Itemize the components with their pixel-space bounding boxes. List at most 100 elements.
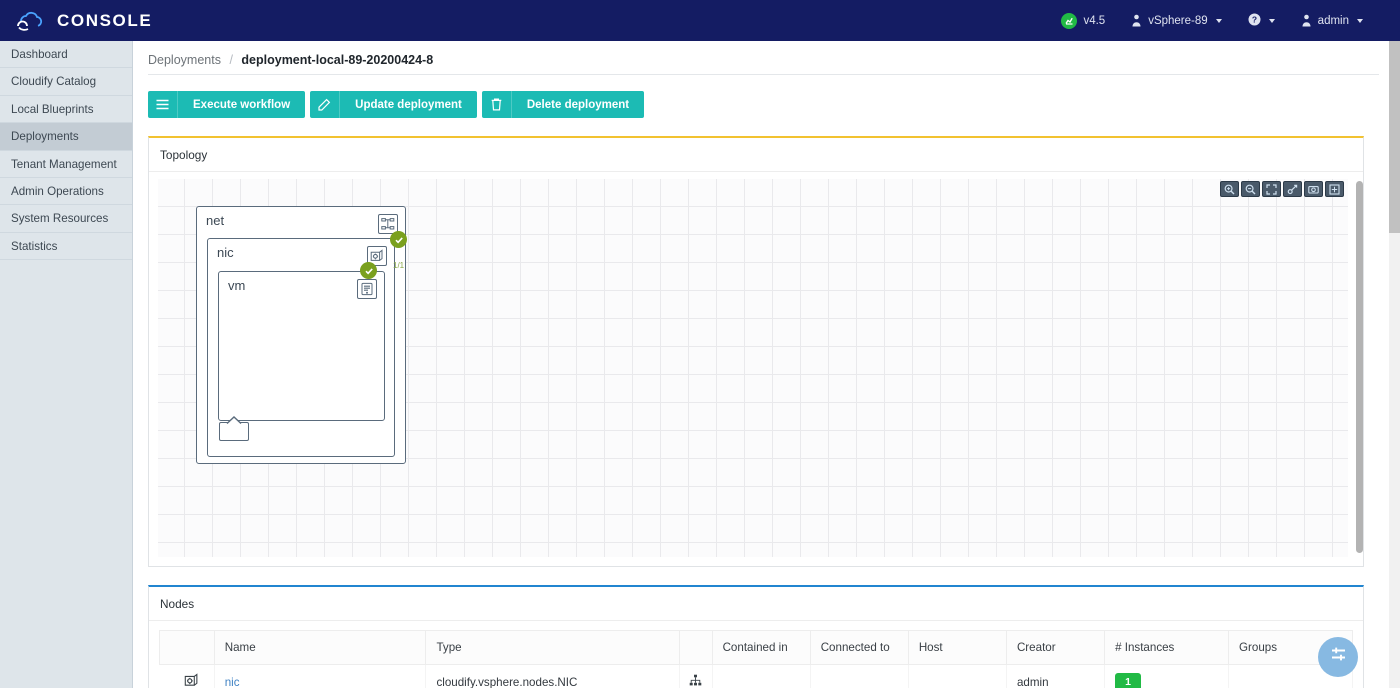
nodes-panel-title: Nodes — [149, 587, 1363, 621]
breadcrumb-current: deployment-local-89-20200424-8 — [241, 53, 434, 67]
topology-node-nic-label: nic — [217, 245, 234, 260]
col-header-contained-in[interactable]: Contained in — [711, 630, 811, 665]
sidebar-item-local-blueprints[interactable]: Local Blueprints — [0, 96, 132, 124]
update-deployment-label: Update deployment — [355, 98, 462, 111]
nodes-table-body: nic cloudify.vsphere.nodes.NIC admin 1 — [159, 664, 1353, 688]
cloud-logo-icon — [14, 8, 48, 34]
col-header-host[interactable]: Host — [907, 630, 1007, 665]
topology-connector-box[interactable] — [219, 416, 249, 441]
version-label: v4.5 — [1083, 14, 1106, 27]
topology-panel: Topology net nic 1/1 vm — [148, 136, 1364, 567]
sidebar-item-deployments[interactable]: Deployments — [0, 123, 132, 151]
screenshot-camera-icon[interactable] — [1304, 181, 1323, 197]
row-hierarchy-icon-cell — [679, 664, 713, 688]
topology-toolbar — [1220, 181, 1344, 197]
nic-gear-icon — [184, 673, 199, 688]
brand-logo-area[interactable]: CONSOLE — [0, 8, 152, 34]
row-connected-to-cell — [810, 664, 909, 688]
sidebar-item-cloudify-catalog[interactable]: Cloudify Catalog — [0, 68, 132, 96]
topology-node-vm-label: vm — [228, 278, 246, 293]
user-icon — [1131, 14, 1142, 27]
top-header-bar: CONSOLE v4.5 vSphere-89 ? admin — [0, 0, 1400, 41]
filter-settings-icon — [1329, 645, 1348, 669]
breadcrumb-separator: / — [229, 53, 233, 67]
tenant-label: vSphere-89 — [1148, 14, 1208, 27]
sidebar-item-system-resources[interactable]: System Resources — [0, 205, 132, 233]
chevron-down-icon — [1357, 18, 1363, 23]
col-header-type-icon — [678, 630, 713, 665]
topology-status-ok-vm — [360, 262, 377, 279]
delete-deployment-label: Delete deployment — [526, 98, 630, 111]
sidebar-item-admin-operations[interactable]: Admin Operations — [0, 178, 132, 206]
topology-canvas[interactable]: net nic 1/1 vm — [158, 179, 1348, 557]
topology-scrollbar[interactable] — [1356, 179, 1363, 559]
brand-title: CONSOLE — [57, 10, 153, 30]
user-menu[interactable]: admin — [1288, 0, 1376, 41]
version-indicator[interactable]: v4.5 — [1048, 0, 1118, 41]
col-header-type[interactable]: Type — [425, 630, 680, 665]
connector-notch-icon — [226, 416, 242, 424]
hamburger-menu-icon — [148, 91, 178, 118]
sidebar-item-tenant-management[interactable]: Tenant Management — [0, 151, 132, 178]
nodes-table: Name Type Contained in Connected to Host… — [159, 630, 1353, 688]
node-name-link[interactable]: nic — [225, 676, 240, 688]
topology-scrollbar-thumb[interactable] — [1356, 181, 1363, 553]
topology-node-vm[interactable]: vm — [218, 271, 385, 421]
svg-text:?: ? — [1252, 14, 1257, 24]
breadcrumb: Deployments / deployment-local-89-202004… — [133, 41, 1389, 74]
sidebar-item-dashboard[interactable]: Dashboard — [0, 41, 132, 69]
topology-node-net-label: net — [206, 213, 225, 228]
sidebar-navigation: Dashboard Cloudify Catalog Local Bluepri… — [0, 41, 133, 688]
row-instances-cell: 1 — [1104, 664, 1229, 688]
filter-settings-fab[interactable] — [1318, 637, 1358, 677]
topology-status-ok-nic — [390, 231, 407, 248]
expand-fullscreen-icon[interactable] — [1325, 181, 1344, 197]
green-status-icon — [1061, 12, 1078, 29]
breadcrumb-parent[interactable]: Deployments — [148, 53, 221, 67]
person-icon — [1301, 14, 1312, 27]
row-creator-cell: admin — [1006, 664, 1106, 688]
update-deployment-button[interactable]: Update deployment — [310, 91, 477, 118]
col-header-creator[interactable]: Creator — [1005, 630, 1106, 665]
status-badge: 1 — [1115, 673, 1141, 688]
row-contained-in-cell — [712, 664, 811, 688]
deployment-actions-toolbar: Execute workflow Update deployment Delet… — [133, 75, 1389, 118]
nodes-panel: Nodes Name Type Contained in Connected t… — [148, 585, 1364, 688]
tenant-selector[interactable]: vSphere-89 — [1118, 0, 1234, 41]
col-header-instances[interactable]: # Instances — [1104, 630, 1229, 665]
main-content: Deployments / deployment-local-89-202004… — [133, 41, 1389, 688]
trash-can-icon — [482, 91, 512, 118]
nodes-table-head: Name Type Contained in Connected to Host… — [159, 630, 1353, 665]
hierarchy-icon[interactable] — [689, 674, 702, 688]
execute-workflow-button[interactable]: Execute workflow — [148, 91, 306, 118]
topology-canvas-wrapper: net nic 1/1 vm — [149, 172, 1363, 566]
nodes-table-header-row: Name Type Contained in Connected to Host… — [159, 630, 1353, 665]
user-label: admin — [1317, 14, 1349, 27]
toggle-connections-icon[interactable] — [1283, 181, 1302, 197]
header-right-menu: v4.5 vSphere-89 ? admin — [1048, 0, 1400, 41]
zoom-out-icon[interactable] — [1241, 181, 1260, 197]
fit-to-screen-icon[interactable] — [1262, 181, 1281, 197]
row-type-icon-cell — [159, 664, 215, 688]
row-type-cell: cloudify.vsphere.nodes.NIC — [425, 664, 680, 688]
page-scrollbar[interactable] — [1389, 41, 1400, 688]
col-header-name[interactable]: Name — [213, 630, 427, 665]
server-vm-icon[interactable] — [357, 279, 377, 299]
page-scrollbar-thumb[interactable] — [1389, 41, 1400, 233]
nodes-table-wrapper: Name Type Contained in Connected to Host… — [149, 621, 1363, 688]
zoom-in-icon[interactable] — [1220, 181, 1239, 197]
sidebar-item-statistics[interactable]: Statistics — [0, 233, 132, 261]
col-header-connected-to[interactable]: Connected to — [809, 630, 909, 665]
chevron-down-icon — [1215, 18, 1222, 23]
execute-workflow-label: Execute workflow — [193, 98, 291, 111]
help-circle-icon: ? — [1248, 13, 1261, 29]
row-host-cell — [908, 664, 1007, 688]
table-row[interactable]: nic cloudify.vsphere.nodes.NIC admin 1 — [159, 664, 1353, 688]
row-name-cell: nic — [214, 664, 427, 688]
col-header-icon — [159, 630, 215, 665]
delete-deployment-button[interactable]: Delete deployment — [481, 91, 645, 118]
chevron-down-icon — [1268, 18, 1275, 23]
edit-pencil-icon — [310, 91, 341, 118]
help-menu[interactable]: ? — [1235, 0, 1288, 41]
topology-instances-nic: 1/1 — [393, 261, 405, 270]
